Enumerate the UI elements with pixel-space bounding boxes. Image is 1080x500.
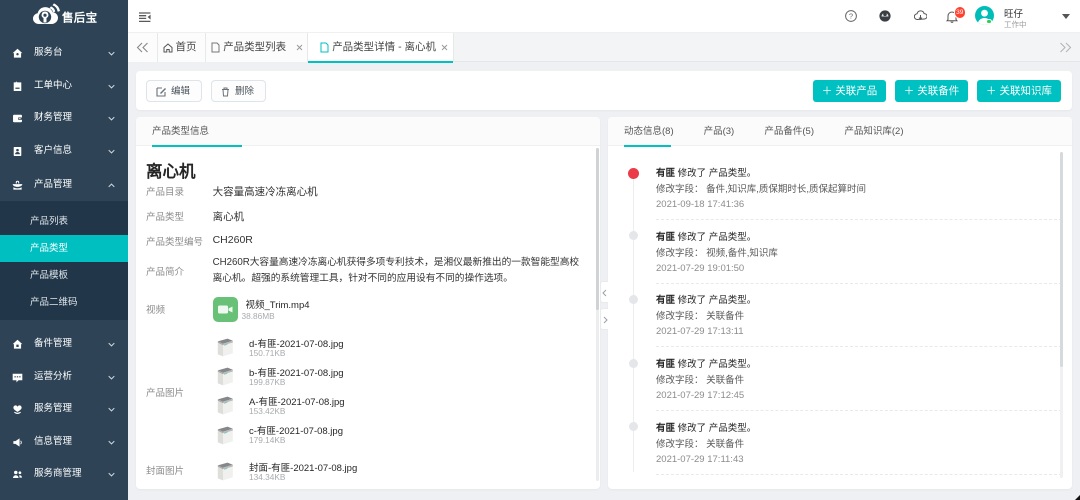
- svg-text:售后宝: 售后宝: [61, 11, 97, 25]
- svg-text:?: ?: [849, 12, 853, 21]
